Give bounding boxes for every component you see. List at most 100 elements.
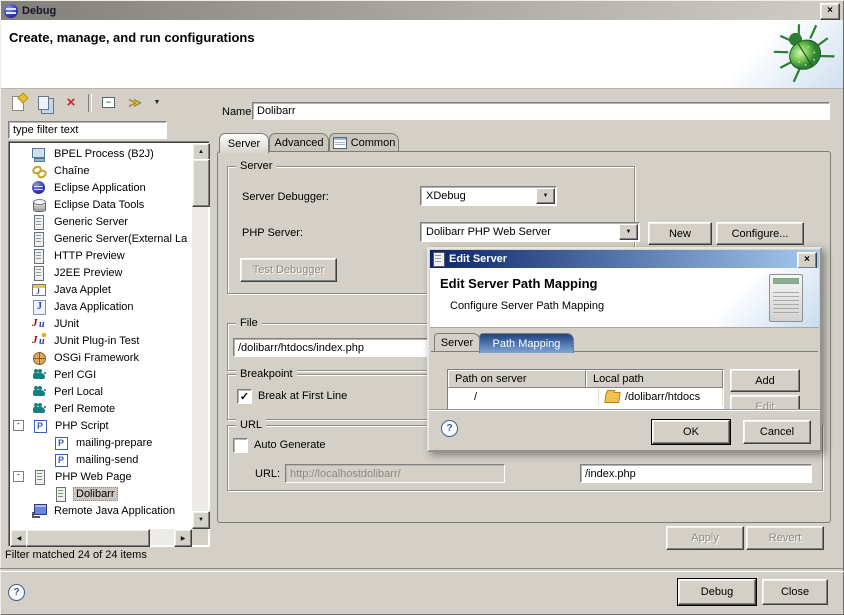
tree-item-perl-local[interactable]: Perl Local	[11, 383, 191, 400]
tab-common[interactable]: Common	[329, 133, 399, 152]
name-label: Name:	[222, 106, 254, 118]
filter-launch-configurations-icon[interactable]: ≫	[126, 94, 144, 112]
window-titlebar[interactable]: Debug ×	[1, 1, 843, 20]
tab-advanced[interactable]: Advanced	[269, 133, 329, 152]
duplicate-configuration-icon[interactable]	[36, 94, 54, 112]
edit-mapping-button[interactable]: Edit	[730, 395, 800, 409]
revert-button[interactable]: Revert	[746, 526, 824, 550]
column-header-local-path[interactable]: Local path	[586, 370, 723, 388]
filter-input[interactable]	[8, 121, 167, 139]
dialog-tab-path-mapping[interactable]: Path Mapping	[479, 333, 574, 353]
file-group-legend: File	[236, 317, 262, 329]
tree-item-j2ee-preview[interactable]: J2EE Preview	[11, 264, 191, 281]
server-debugger-select[interactable]: XDebug ▼	[420, 186, 557, 206]
tree-item-eclipse-data-tools[interactable]: Eclipse Data Tools	[11, 196, 191, 213]
java-applet-icon	[31, 282, 47, 298]
dialog-heading: Edit Server Path Mapping	[440, 276, 597, 291]
tree-item-mailing-prepare[interactable]: mailing-prepare	[11, 434, 191, 451]
server-icon	[31, 265, 47, 281]
tree-item-junit-plug-in-test[interactable]: JUnit Plug-in Test	[11, 332, 191, 349]
tab-server[interactable]: Server	[219, 133, 269, 153]
tree-item-remote-java-application[interactable]: Remote Java Application	[11, 502, 191, 519]
header-banner: Create, manage, and run configurations	[1, 20, 843, 89]
edit-server-dialog: Edit Server × Edit Server Path Mapping C…	[427, 247, 822, 452]
help-icon[interactable]: ?	[8, 584, 25, 601]
new-server-button[interactable]: New	[648, 222, 712, 245]
tree-item-mailing-send[interactable]: mailing-send	[11, 451, 191, 468]
dialog-tab-server[interactable]: Server	[434, 333, 480, 352]
scroll-down-icon[interactable]: ▼	[192, 511, 210, 529]
tree-item-java-application[interactable]: Java Application	[11, 298, 191, 315]
tree-item-eclipse-application[interactable]: Eclipse Application	[11, 179, 191, 196]
tree-item-generic-server[interactable]: Generic Server	[11, 213, 191, 230]
tree-item-perl-cgi[interactable]: Perl CGI	[11, 366, 191, 383]
path-mapping-table[interactable]: Path on serverLocal path//dolibarr/htdoc…	[447, 369, 724, 409]
new-configuration-icon[interactable]	[10, 94, 28, 112]
debug-button[interactable]: Debug	[678, 579, 756, 605]
java-application-icon	[31, 299, 47, 315]
tree-item-java-applet[interactable]: Java Applet	[11, 281, 191, 298]
perl-camel-icon	[31, 367, 47, 383]
dialog-button-bar: ? OK Cancel	[429, 409, 820, 447]
tree-item-label: HTTP Preview	[51, 249, 128, 263]
apply-button[interactable]: Apply	[666, 526, 744, 550]
tab-common-label: Common	[351, 137, 396, 149]
debug-bug-icon	[771, 22, 837, 84]
tree-item-cha-ne[interactable]: Chaîne	[11, 162, 191, 179]
path-mapping-row[interactable]: //dolibarr/htdocs	[448, 388, 723, 406]
tree-vertical-scrollbar[interactable]: ▲ ▼	[192, 143, 208, 529]
dialog-help-icon[interactable]: ?	[441, 420, 458, 437]
horizontal-scroll-thumb[interactable]	[26, 529, 150, 547]
auto-generate-checkbox[interactable]	[233, 438, 248, 453]
junit-plugin-icon	[31, 333, 47, 349]
tree-item-http-preview[interactable]: HTTP Preview	[11, 247, 191, 264]
tree-item-php-web-page[interactable]: - PHP Web Page	[11, 468, 191, 485]
tree-item-bpel-process-b2j[interactable]: BPEL Process (B2J)	[11, 145, 191, 162]
column-header-path-on-server[interactable]: Path on server	[448, 370, 586, 388]
dropdown-arrow-icon[interactable]: ▼	[536, 188, 555, 204]
add-mapping-button[interactable]: Add	[730, 369, 800, 392]
configure-server-button[interactable]: Configure...	[716, 222, 804, 245]
php-server-select[interactable]: Dolibarr PHP Web Server ▼	[420, 222, 640, 242]
eclipse-logo-icon	[4, 4, 18, 18]
server-group-legend: Server	[236, 160, 276, 172]
url-path-input[interactable]	[580, 464, 812, 483]
name-input[interactable]	[252, 102, 830, 120]
close-button[interactable]: Close	[762, 579, 828, 605]
local-path-cell-wrap: /dolibarr/htdocs	[599, 388, 723, 406]
ok-button[interactable]: OK	[652, 420, 730, 444]
tab-server-label: Server	[228, 138, 260, 150]
collapse-node-icon[interactable]: -	[13, 420, 24, 431]
server-icon	[31, 248, 47, 264]
tree-item-label: J2EE Preview	[51, 266, 125, 280]
delete-configuration-icon[interactable]: ×	[62, 94, 80, 112]
tree-item-generic-server-external-la[interactable]: Generic Server(External La	[11, 230, 191, 247]
tree-item-dolibarr[interactable]: Dolibarr	[11, 485, 191, 502]
vertical-scroll-thumb[interactable]	[192, 159, 210, 207]
tree-item-label: PHP Web Page	[52, 470, 135, 484]
bpel-process-icon	[31, 146, 47, 162]
tree-horizontal-scrollbar[interactable]: ◀ ▶	[10, 529, 192, 545]
tree-item-junit[interactable]: JUnit	[11, 315, 191, 332]
toolbar-menu-chevron-icon[interactable]: ▼	[152, 94, 162, 112]
url-base-input[interactable]	[285, 464, 505, 483]
edit-server-titlebar[interactable]: Edit Server ×	[430, 250, 819, 268]
break-at-first-line-label: Break at First Line	[258, 390, 347, 402]
server-icon	[433, 252, 445, 267]
dropdown-arrow-icon[interactable]: ▼	[619, 224, 638, 240]
tree-item-label: PHP Script	[52, 419, 112, 433]
scroll-right-icon[interactable]: ▶	[174, 529, 192, 547]
collapse-all-icon[interactable]	[100, 94, 118, 112]
tree-item-osgi-framework[interactable]: OSGi Framework	[11, 349, 191, 366]
cancel-button[interactable]: Cancel	[743, 420, 811, 444]
break-at-first-line-checkbox[interactable]: ✓	[237, 389, 252, 404]
window-close-icon[interactable]: ×	[820, 3, 840, 20]
test-debugger-button[interactable]: Test Debugger	[240, 258, 337, 282]
collapse-node-icon[interactable]: -	[13, 471, 24, 482]
dialog-close-icon[interactable]: ×	[797, 252, 817, 269]
osgi-framework-icon	[31, 350, 47, 366]
tree-item-label: Eclipse Data Tools	[51, 198, 147, 212]
tree-item-perl-remote[interactable]: Perl Remote	[11, 400, 191, 417]
tree-item-php-script[interactable]: - PHP Script	[11, 417, 191, 434]
edit-server-header: Edit Server Path Mapping Configure Serve…	[430, 268, 819, 328]
